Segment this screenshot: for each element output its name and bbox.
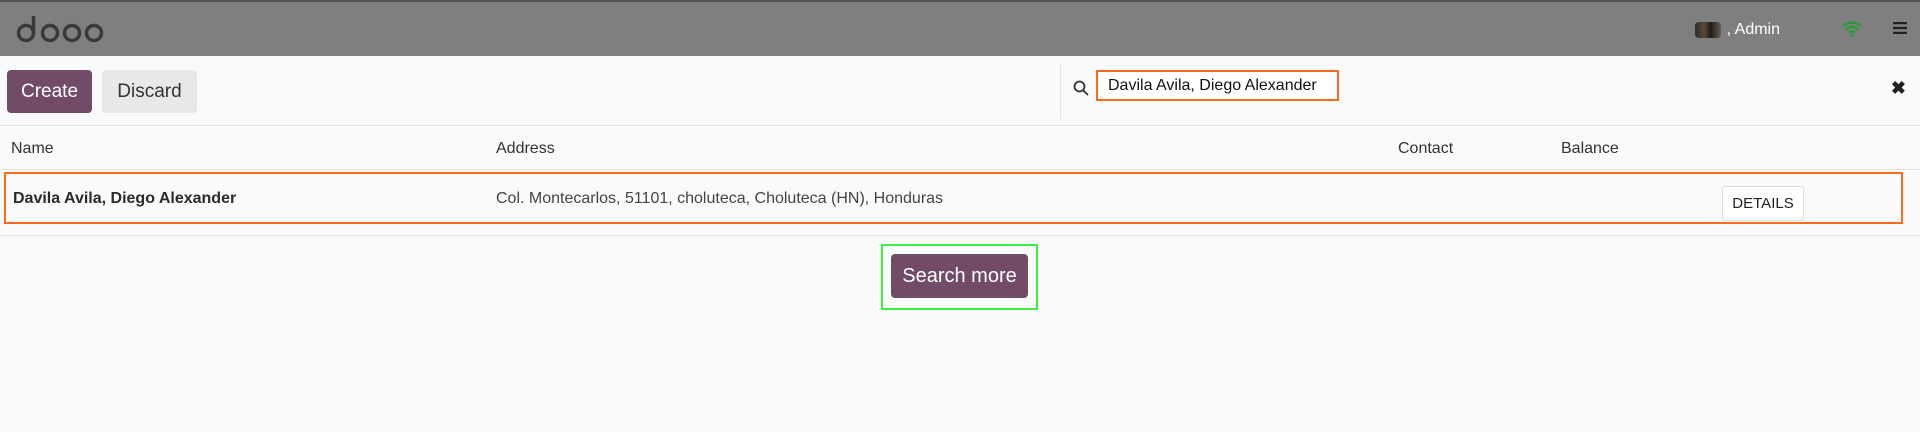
partner-name: Davila Avila, Diego Alexander: [13, 190, 237, 207]
odoo-logo[interactable]: [16, 14, 104, 49]
user-menu[interactable]: , Admin: [1694, 21, 1780, 39]
column-header-balance[interactable]: Balance: [1561, 140, 1619, 158]
table-row[interactable]: Davila Avila, Diego Alexander Col. Monte…: [4, 172, 1903, 224]
user-name: , Admin: [1726, 21, 1780, 38]
control-panel: Create Discard Davila Avila, Diego Alexa…: [0, 56, 1920, 126]
column-header-name[interactable]: Name: [11, 140, 54, 158]
search-more-button[interactable]: Search more: [891, 254, 1028, 298]
search-input[interactable]: Davila Avila, Diego Alexander: [1096, 70, 1339, 101]
hamburger-menu-icon[interactable]: [1892, 21, 1908, 40]
discard-button[interactable]: Discard: [102, 70, 197, 113]
top-navbar: , Admin: [0, 0, 1920, 56]
search-icon: [1073, 80, 1089, 101]
table-header: Name Address Contact Balance: [0, 126, 1920, 170]
search-bar: Davila Avila, Diego Alexander ✖: [1060, 64, 1920, 119]
column-header-contact[interactable]: Contact: [1398, 140, 1453, 158]
create-button[interactable]: Create: [7, 70, 92, 113]
row-divider: [0, 235, 1920, 236]
column-header-address[interactable]: Address: [496, 140, 555, 158]
avatar: [1694, 22, 1721, 38]
wifi-icon[interactable]: [1842, 21, 1862, 42]
partner-address: Col. Montecarlos, 51101, choluteca, Chol…: [496, 190, 944, 207]
close-icon[interactable]: ✖: [1891, 78, 1906, 99]
details-button[interactable]: DETAILS: [1722, 186, 1804, 221]
search-more-highlight: Search more: [881, 244, 1038, 310]
